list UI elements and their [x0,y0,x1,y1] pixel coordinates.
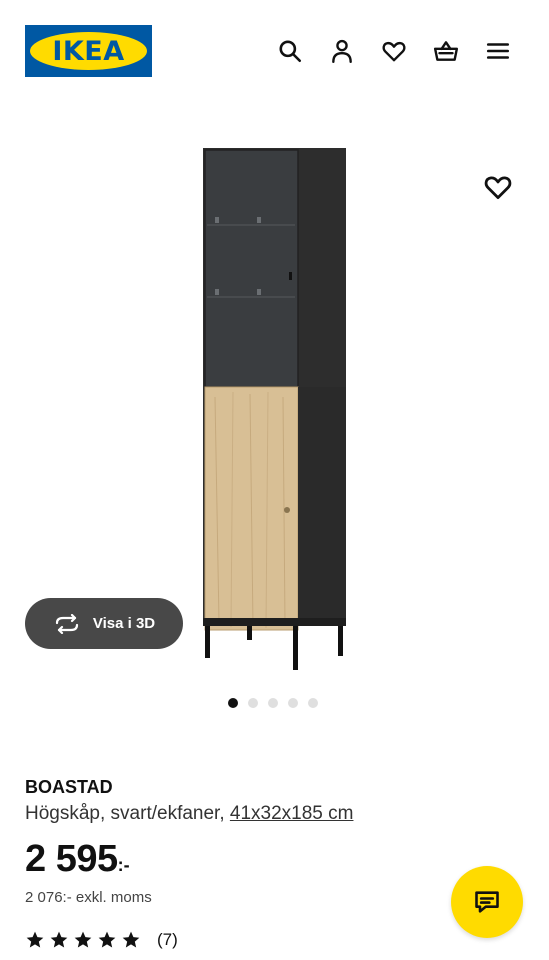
product-image [203,148,346,670]
star-icon [98,931,116,948]
star-icon [26,931,44,948]
favourites-button[interactable] [381,36,407,66]
price-excl-vat: 2 076:- exkl. moms [25,889,152,906]
account-button[interactable] [329,36,355,66]
product-rating[interactable]: (7) [25,930,178,950]
product-dimensions-link[interactable]: 41x32x185 cm [230,803,354,824]
star-icon [74,931,92,948]
heart-icon [484,176,512,199]
logo-oval: IKEA [30,32,147,70]
menu-button[interactable] [485,36,511,66]
gallery-dot[interactable] [248,698,258,708]
top-bar: IKEA [0,0,549,100]
rotate-3d-icon [55,613,78,634]
menu-icon [486,43,510,59]
search-icon [279,40,302,63]
header-icons [277,36,511,66]
ikea-logo[interactable]: IKEA [25,25,152,77]
price-main: 2 595 [25,838,118,880]
basket-icon [433,41,459,61]
gallery-dot[interactable] [288,698,298,708]
rating-count: (7) [157,930,178,949]
basket-button[interactable] [433,36,459,66]
gallery-dot[interactable] [268,698,278,708]
product-description: Högskåp, svart/ekfaner, 41x32x185 cm [25,803,353,825]
chat-button[interactable] [451,866,523,938]
heart-icon [382,41,406,62]
search-button[interactable] [277,36,303,66]
product-price: 2 595:- [25,838,130,881]
star-icon [50,931,68,948]
rating-stars [25,930,141,950]
gallery-dot[interactable] [308,698,318,708]
product-name: BOASTAD [25,777,113,797]
star-icon [122,931,140,948]
view-in-3d-label: Visa i 3D [92,615,156,632]
logo-text: IKEA [52,35,125,67]
chat-icon [475,891,499,913]
gallery-dot[interactable] [228,698,238,708]
product-type: Högskåp, svart/ekfaner, [25,803,225,824]
view-in-3d-button[interactable]: Visa i 3D [25,598,183,649]
gallery-pagination [228,698,318,708]
price-suffix: :- [117,855,130,875]
favourite-product-button[interactable] [483,172,513,200]
user-icon [332,39,352,64]
